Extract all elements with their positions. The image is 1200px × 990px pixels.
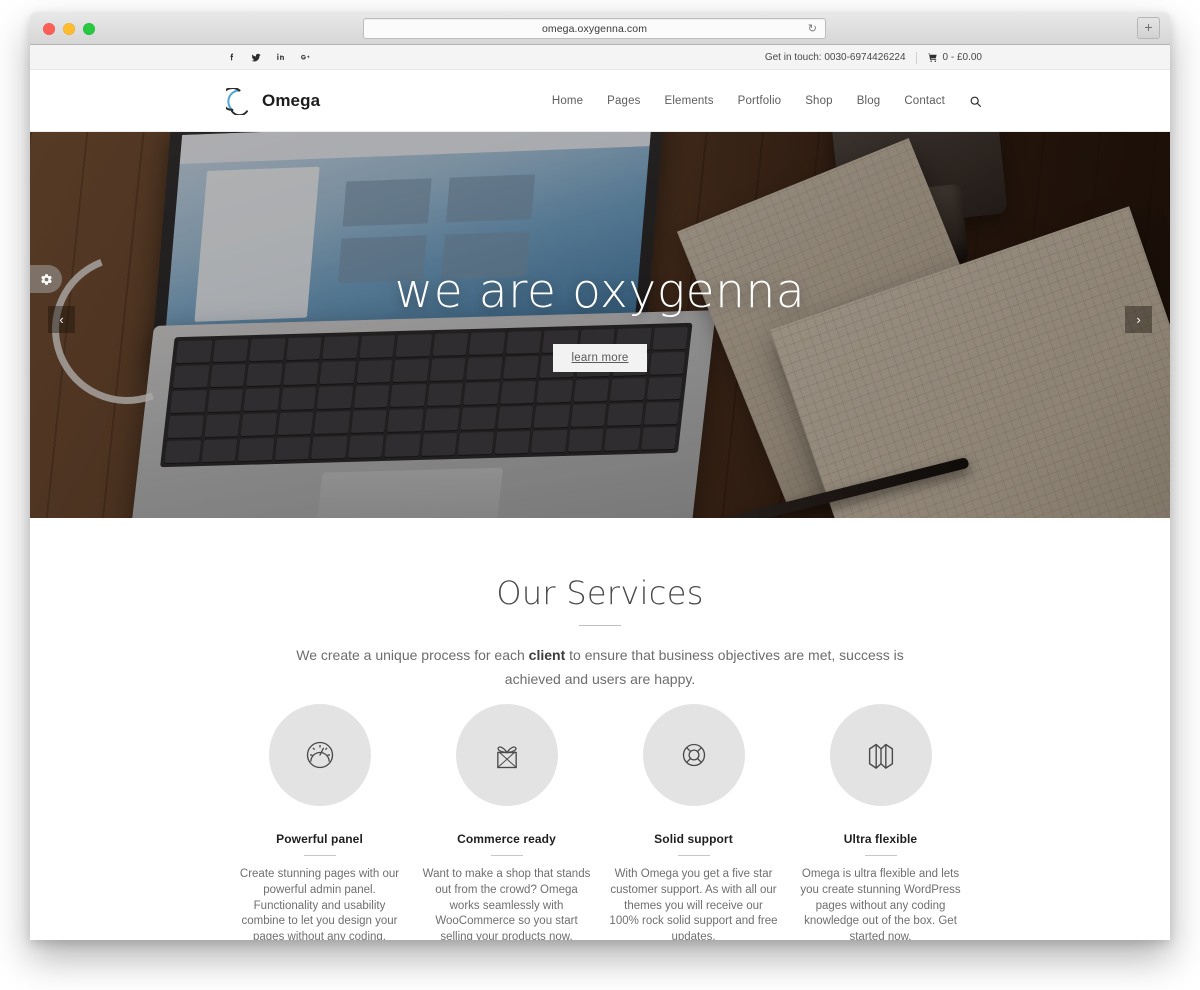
new-tab-button[interactable]: + [1137,17,1160,39]
reload-icon[interactable]: ↻ [808,23,817,36]
traffic-lights [43,23,95,35]
service-description: With Omega you get a five star customer … [609,868,778,940]
subtitle-part-2: to ensure that business objectives are m… [504,647,904,687]
service-icon-circle [642,704,745,806]
maximize-window-button[interactable] [83,23,95,35]
service-title: Solid support [654,832,733,846]
social-links [226,45,313,70]
service-card: Ultra flexible Omega is ultra flexible a… [787,704,974,940]
service-description: Create stunning pages with our powerful … [239,868,400,940]
service-card: Powerful panel Create stunning pages wit… [226,704,413,940]
subtitle-part-1: We create a unique process for each [296,647,529,663]
service-divider [864,855,897,856]
service-description: Omega is ultra flexible and lets you cre… [800,868,961,940]
browser-window: omega.oxygenna.com ↻ + Get in touch: 003… [30,12,1170,940]
service-title: Powerful panel [276,832,363,846]
service-title: Ultra flexible [843,832,918,846]
services-section: Our Services We create a unique process … [30,518,1170,940]
slider-prev-arrow[interactable]: ‹ [48,306,75,333]
facebook-icon[interactable] [226,52,237,63]
section-subtitle: We create a unique process for each clie… [296,643,904,691]
brand[interactable]: Omega [220,70,321,132]
slider-next-arrow[interactable]: › [1125,306,1152,333]
hero-background-image [30,132,1170,518]
twitter-icon[interactable] [250,52,262,63]
nav-item-portfolio[interactable]: Portfolio [738,95,782,107]
nav-item-elements[interactable]: Elements [665,95,714,107]
divider [915,51,917,64]
nav-item-pages[interactable]: Pages [607,95,640,107]
main-nav: Home Pages Elements Portfolio Shop Blog … [552,70,982,132]
service-grid: Powerful panel Create stunning pages wit… [226,704,974,940]
hero-title: we are oxygenna [394,264,806,319]
nav-item-contact[interactable]: Contact [904,95,945,107]
nav-item-shop[interactable]: Shop [805,95,832,107]
hero-slider: we are oxygenna learn more ‹ › [30,132,1170,518]
nav-item-home[interactable]: Home [552,95,583,107]
cart-icon [927,53,937,62]
hero-overlay [30,132,1170,518]
browser-toolbar: omega.oxygenna.com ↻ + [30,12,1170,45]
topbar-right: Get in touch: 0030-6974426224 0 - £0.00 [765,45,982,70]
cart-link[interactable]: 0 - £0.00 [927,52,982,63]
section-title: Our Services [496,574,704,612]
close-window-button[interactable] [43,23,55,35]
nav-item-blog[interactable]: Blog [857,95,881,107]
service-title: Commerce ready [457,832,556,846]
search-icon[interactable] [969,95,982,108]
brand-name: Omega [262,91,321,110]
learn-more-button[interactable]: learn more [553,344,647,372]
service-description: Want to make a shop that stands out from… [422,868,591,940]
url-bar[interactable]: omega.oxygenna.com ↻ [363,18,826,39]
site-header: Omega Home Pages Elements Portfolio Shop… [30,70,1170,132]
site-topbar: Get in touch: 0030-6974426224 0 - £0.00 [30,45,1170,70]
service-icon-circle [268,704,371,806]
lifebuoy-icon [682,743,705,767]
contact-text: Get in touch: 0030-6974426224 [764,52,906,63]
service-divider [490,855,523,856]
minimize-window-button[interactable] [63,23,75,35]
url-text: omega.oxygenna.com [541,23,648,35]
service-card: Solid support With Omega you get a five … [600,704,787,940]
omega-logo-icon [220,86,253,116]
service-card: Commerce ready Want to make a shop that … [413,704,600,940]
service-icon-circle [829,704,932,806]
subtitle-highlight: client [528,647,566,663]
service-icon-circle [455,704,558,806]
service-divider [303,855,336,856]
map-icon [868,743,893,769]
title-divider [579,625,621,626]
gift-icon [496,746,517,769]
googleplus-icon[interactable] [299,52,313,63]
cart-text: 0 - £0.00 [942,52,982,63]
speedometer-icon [306,741,333,769]
service-divider [677,855,710,856]
linkedin-icon[interactable] [275,52,286,63]
